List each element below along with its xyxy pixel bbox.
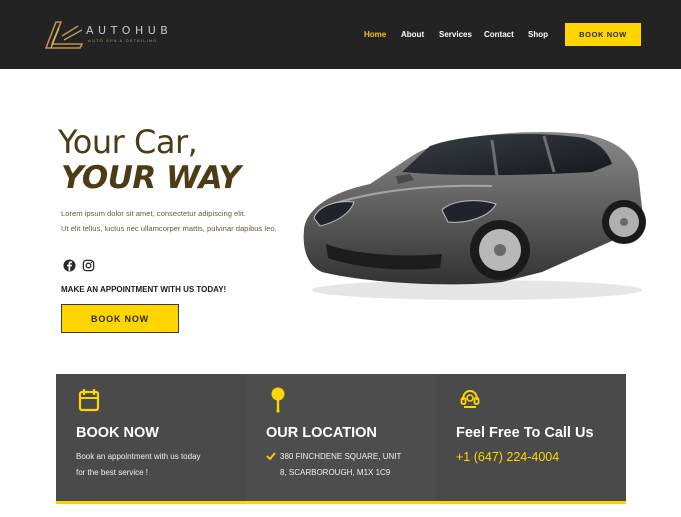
info-location-line1: 380 FINCHDENE SQUARE, UNIT — [280, 452, 402, 461]
brand-name: AUTOHUB — [86, 24, 173, 37]
info-book-column: BOOK NOW Book an appointment with us tod… — [56, 374, 246, 501]
hero-body-line2: Ut elit tellus, luctus nec ullamcorper m… — [61, 224, 277, 233]
site-header: AUTOHUB AUTO SPA & DETAILING Home About … — [0, 0, 681, 69]
appointment-text: MAKE AN APPOINTMENT WITH US TODAY! — [61, 285, 227, 294]
map-pin-icon — [271, 387, 285, 413]
brand-tagline: AUTO SPA & DETAILING — [88, 38, 158, 43]
autohub-logo-icon — [44, 21, 84, 49]
info-band: BOOK NOW Book an appointment with us tod… — [56, 374, 626, 504]
info-location-line2: 8, SCARBOROUGH, M1X 1C9 — [280, 468, 391, 477]
info-location-column: OUR LOCATION 380 FINCHDENE SQUARE, UNIT … — [246, 374, 436, 501]
calendar-icon — [78, 389, 100, 412]
info-call-title: Feel Free To Call Us — [456, 425, 594, 441]
car-image — [303, 132, 646, 300]
nav-contact[interactable]: Contact — [484, 30, 514, 39]
headset-icon — [460, 389, 480, 408]
hero-title-line2: YOUR WAY — [61, 160, 241, 196]
nav-shop[interactable]: Shop — [528, 30, 548, 39]
nav-about[interactable]: About — [401, 30, 424, 39]
nav-home[interactable]: Home — [364, 30, 386, 39]
info-location-title: OUR LOCATION — [266, 425, 377, 441]
nav-services[interactable]: Services — [439, 30, 472, 39]
facebook-icon[interactable] — [63, 259, 76, 272]
hero-title-line1: Your Car, — [58, 123, 198, 161]
instagram-icon[interactable] — [82, 259, 95, 272]
info-call-column: Feel Free To Call Us +1 (647) 224-4004 — [436, 374, 626, 501]
info-book-line1: Book an appointment with us today — [76, 452, 201, 461]
brand-logo[interactable]: AUTOHUB AUTO SPA & DETAILING — [42, 18, 192, 52]
info-book-title: BOOK NOW — [76, 425, 159, 441]
info-book-line2: for the best service ! — [76, 468, 149, 477]
check-icon — [266, 452, 276, 460]
hero-body-line1: Lorem ipsum dolor sit amet, consectetur … — [61, 209, 246, 218]
info-call-phone[interactable]: +1 (647) 224-4004 — [456, 450, 559, 464]
header-book-now-button[interactable]: BOOK NOW — [565, 23, 641, 46]
hero-book-now-button[interactable]: BOOK NOW — [61, 304, 179, 333]
